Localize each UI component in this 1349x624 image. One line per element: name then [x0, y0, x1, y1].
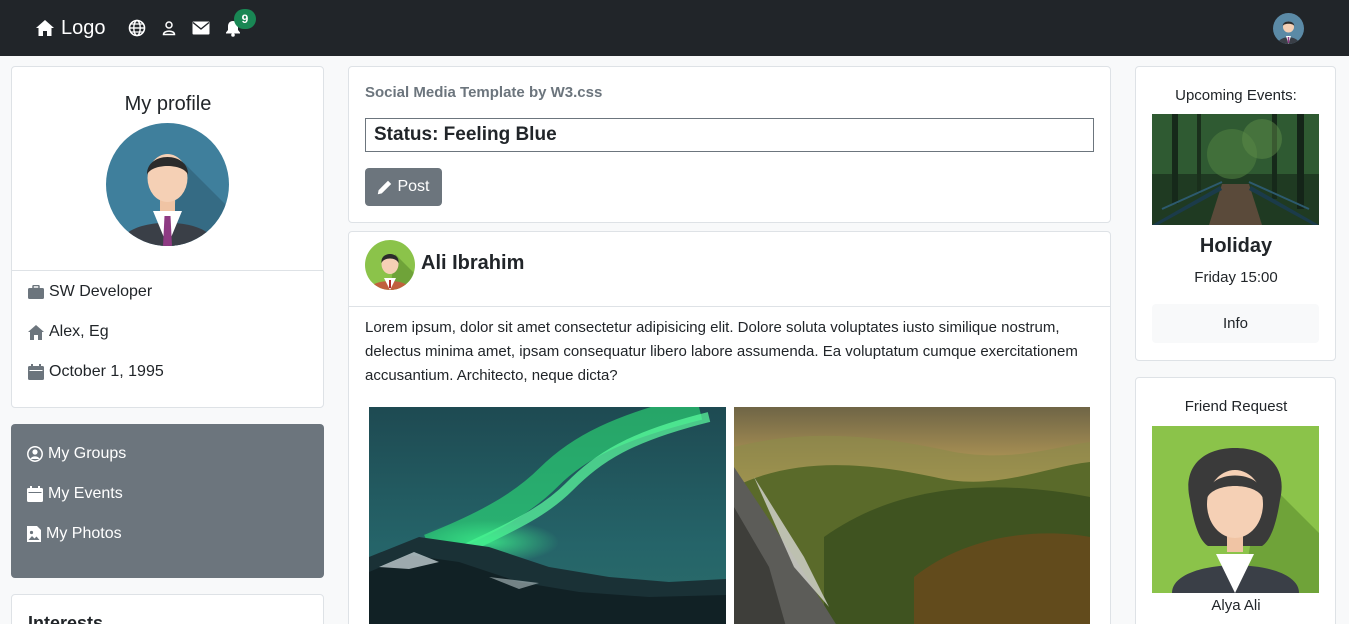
nav-item-my-photos[interactable]: My Photos — [27, 525, 122, 543]
photo-icon — [27, 526, 41, 542]
events-title: Upcoming Events: — [1175, 87, 1297, 104]
calendar-icon — [28, 364, 44, 380]
location-row: Alex, Eg — [28, 323, 109, 341]
home-icon — [28, 324, 44, 340]
groups-panel: My Groups My Events My Photos — [11, 424, 324, 578]
post-card: Ali Ibrahim Lorem ipsum, dolor sit amet … — [348, 231, 1111, 624]
friend-request-card: Friend Request Alya Ali — [1135, 377, 1336, 624]
nav-item-my-groups[interactable]: My Groups — [27, 445, 126, 463]
mountain-photo[interactable] — [734, 407, 1090, 624]
group-label: My Events — [48, 485, 123, 502]
job-text: SW Developer — [49, 283, 153, 300]
birthday-text: October 1, 1995 — [49, 363, 164, 380]
birthday-row: October 1, 1995 — [28, 363, 164, 381]
briefcase-icon — [28, 285, 44, 299]
post-button-label: Post — [397, 178, 430, 195]
profile-title: My profile — [124, 93, 212, 115]
home-icon — [36, 20, 54, 36]
friend-request-title: Friend Request — [1184, 398, 1288, 415]
aurora-photo[interactable] — [369, 407, 726, 624]
status-input[interactable] — [365, 118, 1094, 152]
post-body: Lorem ipsum, dolor sit amet consectetur … — [365, 319, 1078, 384]
post-divider — [349, 306, 1110, 307]
status-subtitle: Social Media Template by W3.css — [365, 84, 603, 101]
nav-item-my-events[interactable]: My Events — [27, 485, 123, 503]
calendar-icon — [27, 486, 43, 502]
interests-title: Interests — [28, 613, 104, 624]
post-button[interactable]: Post — [365, 168, 442, 206]
friend-name: Alya Ali — [1211, 597, 1261, 614]
user-icon[interactable] — [159, 18, 179, 38]
globe-icon[interactable] — [127, 18, 147, 38]
event-name: Holiday — [1199, 235, 1273, 257]
profile-divider — [12, 270, 323, 271]
post-author-avatar[interactable] — [365, 240, 415, 290]
location-text: Alex, Eg — [49, 323, 109, 340]
profile-card: My profile SW Developer Alex, Eg October… — [11, 66, 324, 408]
event-time: Friday 15:00 — [1194, 269, 1278, 286]
user-circle-icon — [27, 446, 43, 462]
event-photo — [1152, 114, 1319, 225]
group-label: My Groups — [48, 445, 127, 462]
pencil-icon — [378, 180, 392, 194]
top-navbar: Logo 9 — [0, 0, 1349, 56]
profile-avatar — [106, 123, 229, 246]
friend-avatar[interactable] — [1152, 426, 1319, 593]
post-author-name[interactable]: Ali Ibrahim — [421, 252, 524, 275]
logo-link[interactable]: Logo — [35, 16, 106, 40]
envelope-icon[interactable] — [191, 18, 211, 38]
status-card: Social Media Template by W3.css Post — [348, 66, 1111, 223]
notification-badge: 9 — [234, 9, 256, 29]
interests-card: Interests — [11, 594, 324, 624]
event-info-button[interactable]: Info — [1152, 304, 1319, 343]
events-card: Upcoming Events: Holiday Friday 15:00 In… — [1135, 66, 1336, 361]
logo-label: Logo — [61, 17, 106, 39]
job-row: SW Developer — [28, 283, 152, 301]
user-avatar[interactable] — [1273, 13, 1304, 44]
group-label: My Photos — [46, 525, 122, 542]
